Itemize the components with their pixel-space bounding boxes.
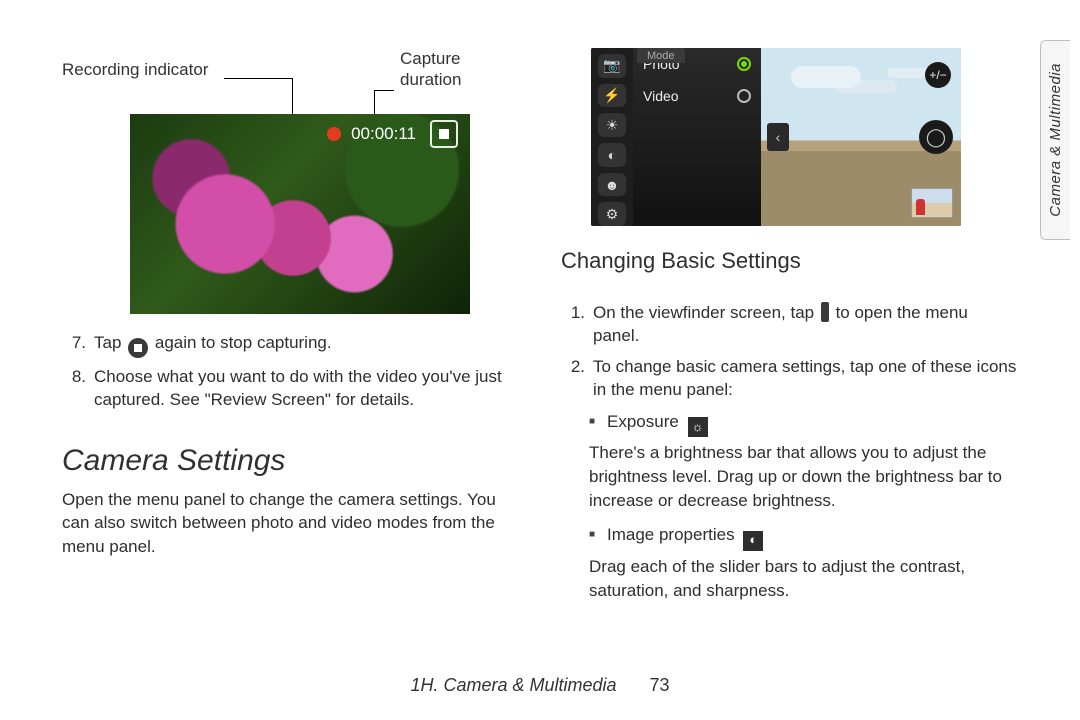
heading-changing-basic-settings: Changing Basic Settings <box>561 248 1018 274</box>
recording-screenshot: 00:00:11 <box>130 114 470 314</box>
mode-tab-label: Mode <box>637 48 685 63</box>
page-footer: 1H. Camera & Multimedia 73 <box>0 675 1080 696</box>
left-column: Recording indicator Capture duration 00:… <box>62 48 519 700</box>
instruction-list: 7. Tap again to stop capturing. 8. Choos… <box>62 332 519 420</box>
callout-capture-duration: Capture duration <box>400 48 461 91</box>
camera-settings-paragraph: Open the menu panel to change the camera… <box>62 488 519 558</box>
recording-timer: 00:00:11 <box>351 124 416 144</box>
gallery-thumbnail <box>911 188 953 218</box>
plus-minus-icon: +/− <box>925 62 951 88</box>
face-icon: ☻ <box>598 173 626 197</box>
stop-button-icon <box>430 120 458 148</box>
contrast-icon: ◐ <box>598 143 626 167</box>
stop-icon <box>128 338 148 358</box>
footer-section: 1H. Camera & Multimedia <box>410 675 616 695</box>
menu-tab-icon <box>821 302 829 322</box>
image-properties-icon: ◐ <box>743 531 763 551</box>
more-icon: ⚙ <box>598 202 626 226</box>
settings-sublist: ■ Exposure ☼ There's a brightness bar th… <box>561 410 1018 613</box>
mode-row-video: Video <box>633 80 761 112</box>
heading-camera-settings: Camera Settings <box>62 444 519 478</box>
flash-icon: ⚡ <box>598 84 626 108</box>
right-column: 📷 ⚡ ☀ ◐ ☻ ⚙ Mode Photo Video ‹ +/− <box>561 48 1018 700</box>
callout-recording-indicator: Recording indicator <box>62 60 208 80</box>
exposure-icon: ☼ <box>688 417 708 437</box>
radio-icon <box>737 89 751 103</box>
camera-mode-icon: 📷 <box>598 54 626 78</box>
section-side-tab: Camera & Multimedia <box>1040 40 1070 240</box>
menu-icon-strip: 📷 ⚡ ☀ ◐ ☻ ⚙ <box>591 48 633 226</box>
callout-area: Recording indicator Capture duration <box>62 48 519 114</box>
shutter-icon: ◯ <box>919 120 953 154</box>
footer-page-number: 73 <box>650 675 670 695</box>
recording-dot-icon <box>327 127 341 141</box>
collapse-chevron-icon: ‹ <box>767 123 789 151</box>
menu-panel-screenshot: 📷 ⚡ ☀ ◐ ☻ ⚙ Mode Photo Video ‹ +/− <box>591 48 961 226</box>
settings-steps: 1. On the viewfinder screen, tap to open… <box>561 302 1018 410</box>
mode-panel: Mode Photo Video <box>633 48 761 226</box>
radio-selected-icon <box>737 57 751 71</box>
brightness-icon: ☀ <box>598 113 626 137</box>
